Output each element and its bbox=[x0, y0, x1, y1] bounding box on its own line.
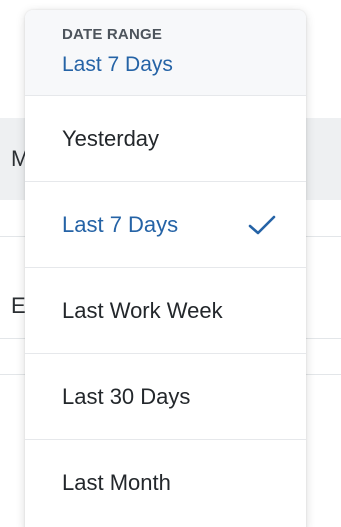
date-range-current-value: Last 7 Days bbox=[62, 53, 173, 76]
date-range-label: DATE RANGE bbox=[62, 26, 163, 43]
option-last-month[interactable]: Last Month bbox=[25, 440, 306, 526]
checkmark-icon bbox=[248, 215, 276, 234]
date-range-dropdown: DATE RANGE Last 7 Days Yesterday Last 7 … bbox=[25, 10, 306, 527]
option-last-7-days[interactable]: Last 7 Days bbox=[25, 182, 306, 268]
background-text-fragment: E bbox=[11, 293, 26, 318]
option-label: Last 30 Days bbox=[62, 383, 191, 409]
option-yesterday[interactable]: Yesterday bbox=[25, 96, 306, 182]
dropdown-header[interactable]: DATE RANGE Last 7 Days bbox=[25, 10, 306, 96]
option-label: Last Work Week bbox=[62, 297, 223, 323]
option-label: Last Month bbox=[62, 470, 171, 495]
option-last-30-days[interactable]: Last 30 Days bbox=[25, 354, 306, 440]
option-label: Last 7 Days bbox=[62, 211, 179, 237]
option-label: Yesterday bbox=[62, 125, 160, 151]
page: M E DATE RANGE Last 7 Days Yesterday Las… bbox=[0, 0, 341, 527]
option-last-work-week[interactable]: Last Work Week bbox=[25, 268, 306, 354]
